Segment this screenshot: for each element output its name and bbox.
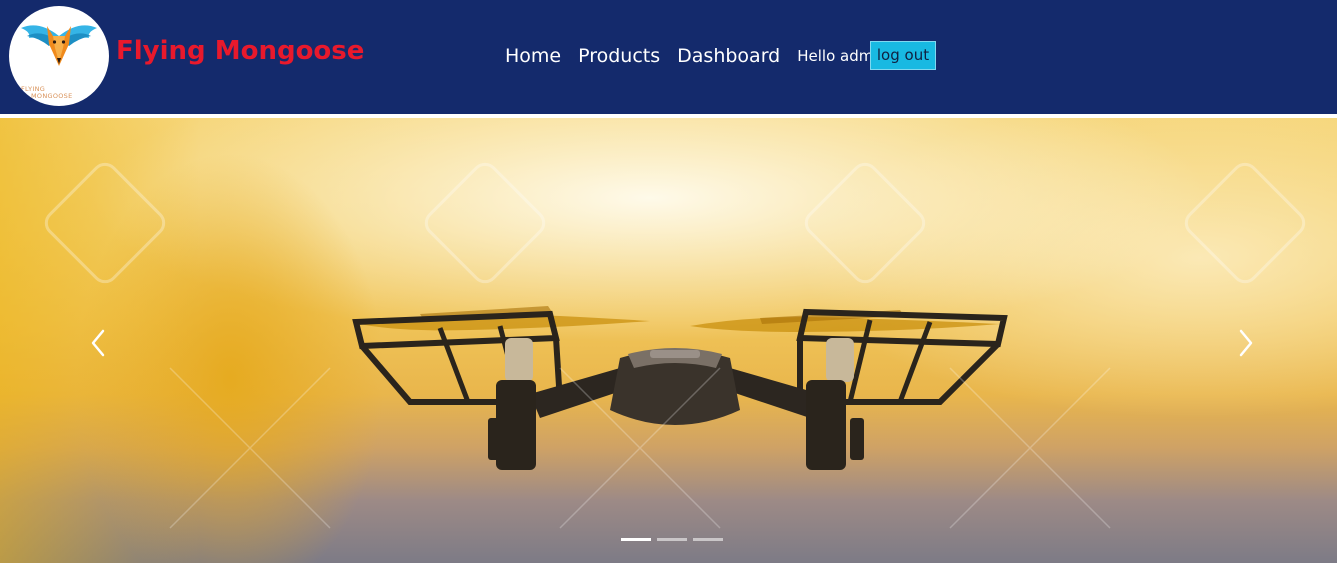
carousel-indicator-3[interactable] xyxy=(693,538,723,541)
nav-products-link[interactable]: Products xyxy=(578,45,660,67)
navbar: FLYING MONGOOSE Flying Mongoose Home Pro… xyxy=(0,0,1337,114)
chevron-right-icon xyxy=(1239,329,1253,357)
logout-button[interactable]: log out xyxy=(870,41,936,70)
nav-home-link[interactable]: Home xyxy=(505,45,561,67)
hero-carousel xyxy=(0,118,1337,563)
chevron-left-icon xyxy=(91,329,105,357)
carousel-indicator-2[interactable] xyxy=(657,538,687,541)
brand-logo[interactable]: FLYING MONGOOSE xyxy=(9,6,109,106)
nav-dashboard-link[interactable]: Dashboard xyxy=(677,45,780,67)
carousel-indicators xyxy=(621,538,729,541)
carousel-next-button[interactable] xyxy=(1236,328,1256,358)
drone-slide-image xyxy=(44,162,1306,529)
carousel-indicator-1[interactable] xyxy=(621,538,651,541)
logo-text-line2: MONGOOSE xyxy=(31,92,73,100)
brand-name[interactable]: Flying Mongoose xyxy=(116,36,364,66)
nav-links: Home Products Dashboard Hello admin xyxy=(505,45,887,67)
carousel-prev-button[interactable] xyxy=(88,328,108,358)
